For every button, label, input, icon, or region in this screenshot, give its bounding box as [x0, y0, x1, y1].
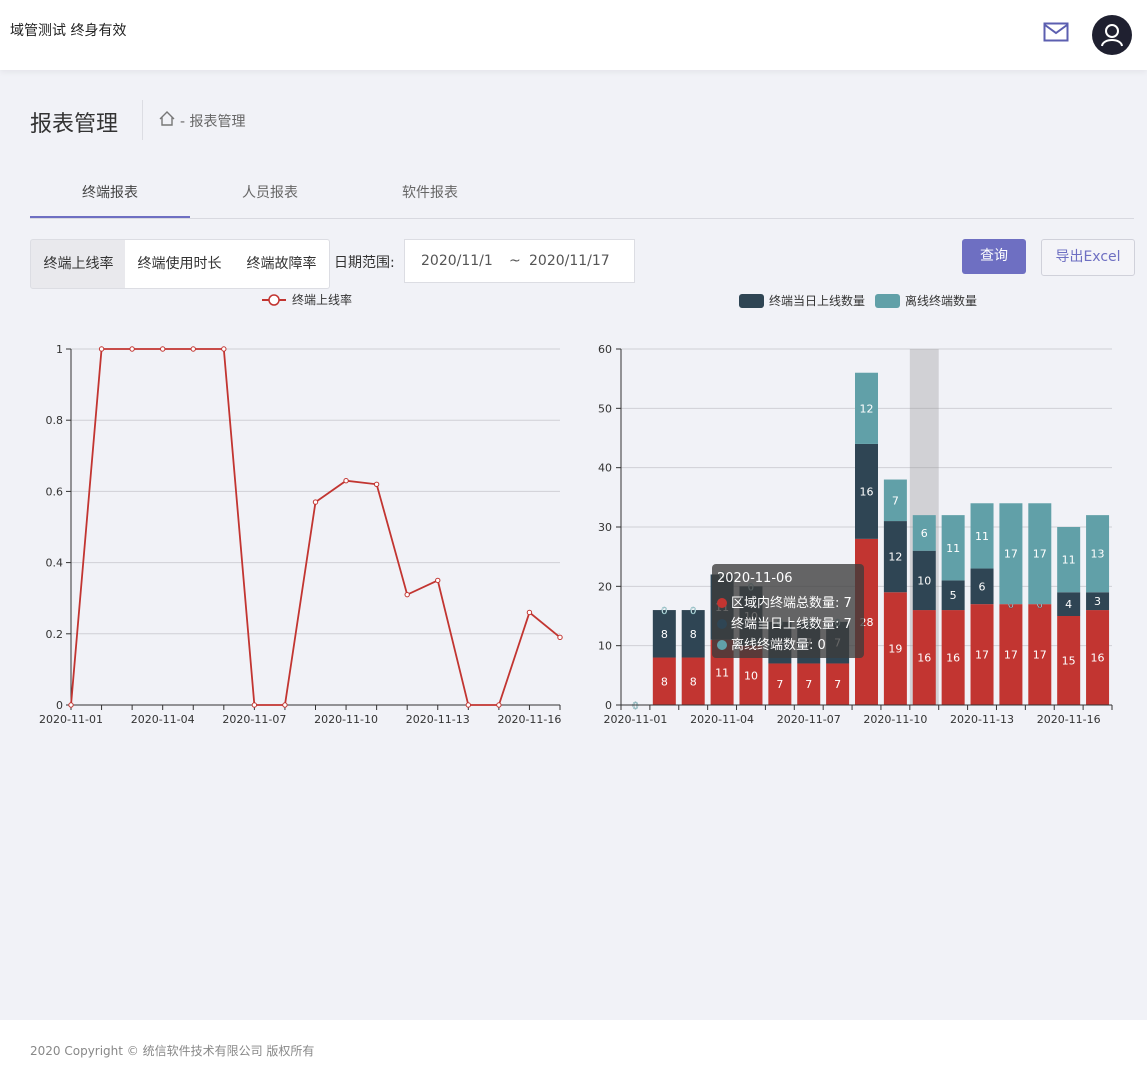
bar-value-label: 10: [917, 574, 931, 587]
bar-value-label: 7: [805, 678, 812, 691]
bar-value-label: 12: [860, 402, 874, 415]
bar-value-label: 15: [1062, 655, 1076, 668]
bar-value-label: 11: [975, 530, 989, 543]
bar-value-label: 0: [690, 606, 696, 617]
x-tick-label: 2020-11-04: [690, 713, 754, 726]
bar-value-label: 17: [1004, 548, 1018, 561]
bar-value-label: 3: [1094, 595, 1101, 608]
bar-value-label: 10: [744, 669, 758, 682]
y-tick-label: 20: [598, 580, 612, 593]
footer: 2020 Copyright © 统信软件技术有限公司 版权所有: [0, 1020, 1147, 1078]
bar-value-label: 0: [661, 606, 667, 617]
bar-value-label: 12: [888, 551, 902, 564]
legend-label: 终端当日上线数量: [769, 293, 865, 308]
y-tick-label: 40: [598, 462, 612, 475]
bar-value-label: 16: [1091, 652, 1105, 665]
bar-value-label: 13: [1091, 548, 1105, 561]
tooltip-row: 区域内终端总数量: 7: [717, 592, 852, 611]
legend-swatch-online: [739, 294, 764, 308]
bar-value-label: 8: [690, 628, 697, 641]
bar-value-label: 16: [946, 652, 960, 665]
legend-swatch-offline: [875, 294, 900, 308]
bar-value-label: 17: [1033, 548, 1047, 561]
bar-value-label: 19: [888, 643, 902, 656]
x-tick-label: 2020-11-16: [1037, 713, 1101, 726]
bar-value-label: 0: [632, 701, 638, 712]
legend-label: 离线终端数量: [905, 293, 977, 308]
bar-value-label: 8: [661, 628, 668, 641]
y-tick-label: 30: [598, 521, 612, 534]
bar-value-label: 8: [661, 675, 668, 688]
y-tick-label: 50: [598, 402, 612, 415]
bar-value-label: 7: [834, 678, 841, 691]
bar-value-label: 4: [1065, 598, 1072, 611]
chart-tooltip: 2020-11-06 区域内终端总数量: 7 终端当日上线数量: 7 离线终端数…: [712, 564, 864, 658]
x-tick-label: 2020-11-07: [777, 713, 841, 726]
terminal-count-bar-chart: 终端当日上线数量离线终端数量01020304050600088088011110…: [598, 293, 1113, 726]
bar-value-label: 17: [1033, 649, 1047, 662]
bar-value-label: 7: [892, 494, 899, 507]
bar-value-label: 11: [1062, 554, 1076, 567]
bar-value-label: 16: [917, 652, 931, 665]
y-tick-label: 60: [598, 343, 612, 356]
x-tick-label: 2020-11-13: [950, 713, 1014, 726]
bar-value-label: 8: [690, 675, 697, 688]
bar-value-label: 11: [715, 666, 729, 679]
bar-value-label: 6: [979, 580, 986, 593]
tooltip-row: 离线终端数量: 0: [717, 634, 826, 653]
bar-value-label: 11: [946, 542, 960, 555]
tooltip-row: 终端当日上线数量: 7: [717, 613, 852, 632]
y-tick-label: 0: [605, 699, 612, 712]
tooltip-title: 2020-11-06: [717, 571, 793, 586]
bar-value-label: 6: [921, 527, 928, 540]
copyright-text: 2020 Copyright © 统信软件技术有限公司 版权所有: [30, 1044, 315, 1058]
x-tick-label: 2020-11-10: [863, 713, 927, 726]
bar-value-label: 17: [975, 649, 989, 662]
bar-value-label: 5: [950, 589, 957, 602]
bar-value-label: 16: [860, 485, 874, 498]
y-tick-label: 10: [598, 640, 612, 653]
bar-legend: 终端当日上线数量 离线终端数量: [739, 293, 977, 308]
bar-value-label: 17: [1004, 649, 1018, 662]
x-tick-label: 2020-11-01: [603, 713, 667, 726]
bar-value-label: 7: [776, 678, 783, 691]
